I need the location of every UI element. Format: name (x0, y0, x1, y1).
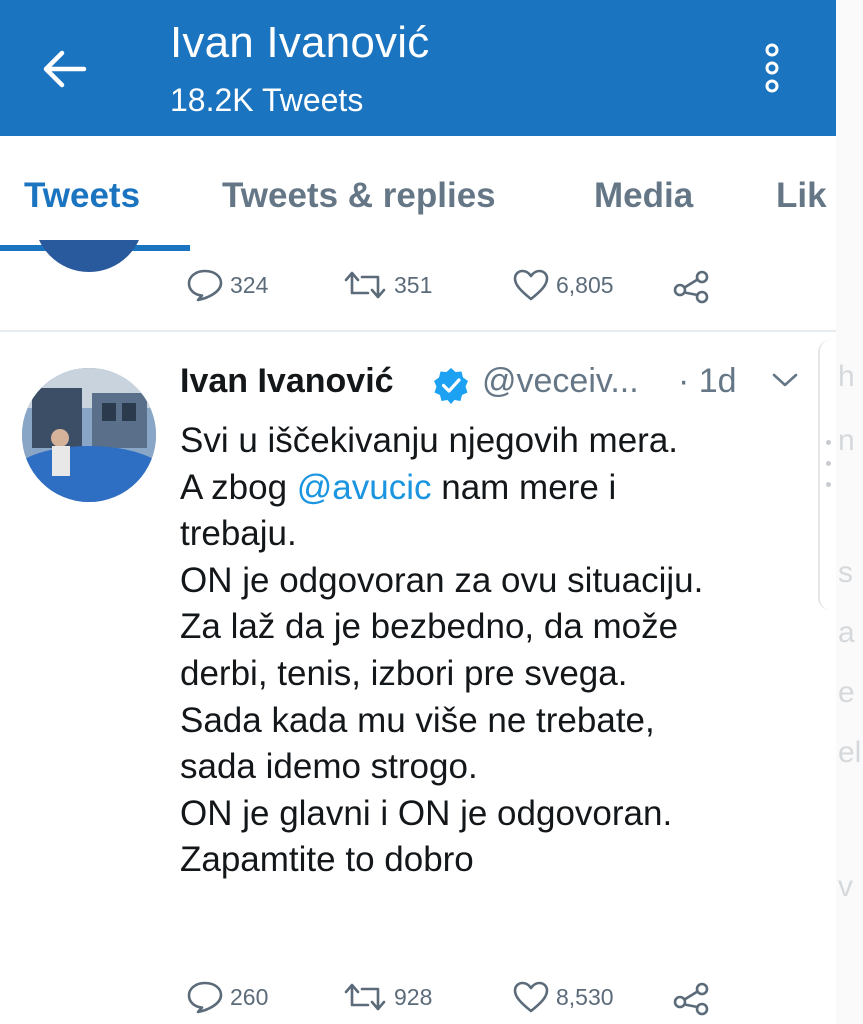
adjacent-text-fragment: n (838, 424, 855, 457)
tweet-divider (0, 330, 836, 332)
tweet-text: Svi u iščekivanju njegovih mera. A zbog … (180, 418, 820, 884)
reply-button[interactable]: 324 (186, 268, 268, 302)
adjacent-text-fragment: e (838, 676, 855, 709)
avatar-photo (22, 368, 156, 502)
retweet-count: 928 (394, 983, 433, 1010)
tab-media[interactable]: Media (594, 176, 693, 216)
adjacent-text-fragment: el (838, 736, 862, 769)
previous-tweet-avatar[interactable] (34, 240, 144, 276)
share-button[interactable] (672, 980, 712, 1016)
tweet-text-line: trebaju. (180, 514, 297, 554)
adjacent-text-fragment: h (838, 360, 855, 393)
tweet-text-line: Zapamtite to dobro (180, 840, 474, 880)
share-icon (673, 982, 709, 1016)
back-button[interactable] (36, 44, 92, 94)
reply-icon (187, 981, 223, 1014)
tab-tweets[interactable]: Tweets (24, 176, 140, 216)
tweet-text-line: derbi, tenis, izbori pre svega. (180, 653, 628, 693)
adjacent-panel-dots (826, 440, 831, 487)
tweet-text-line: Za laž da je bezbedno, da može (180, 607, 679, 647)
tweet-count: 18.2K Tweets (170, 82, 364, 118)
verified-badge-icon (434, 368, 468, 404)
tweet-timestamp[interactable]: · 1d (678, 362, 737, 401)
reply-icon (187, 269, 223, 302)
profile-name-title: Ivan Ivanović (170, 18, 430, 67)
profile-tabs: Tweets Tweets & replies Media Lik (0, 136, 836, 254)
overflow-menu-button[interactable] (752, 40, 792, 96)
retweet-count: 351 (394, 271, 433, 298)
like-button[interactable]: 6,805 (512, 268, 614, 302)
vertical-dots-icon (765, 43, 779, 93)
retweet-button[interactable]: 351 (342, 268, 432, 302)
tweet-text-line: ON je glavni i ON je odgovoran. (180, 793, 673, 833)
reply-button[interactable]: 260 (186, 980, 268, 1014)
like-count: 6,805 (556, 271, 614, 298)
tab-likes[interactable]: Lik (776, 176, 827, 216)
retweet-icon (344, 271, 386, 299)
author-name[interactable]: Ivan Ivanović (180, 362, 394, 401)
heart-icon (513, 981, 549, 1013)
tweet-text-line: ON je odgovoran za ovu situaciju. (180, 560, 704, 600)
tweet-text-line: sada idemo strogo. (180, 747, 478, 787)
tweet-text-line: A zbog @avucic nam mere i (180, 465, 820, 512)
adjacent-text-fragment: a (838, 616, 855, 649)
retweet-icon (344, 983, 386, 1011)
tweet-text-line: Svi u iščekivanju njegovih mera. (180, 421, 679, 460)
share-button[interactable] (672, 268, 712, 304)
reply-count: 260 (230, 983, 269, 1010)
share-icon (673, 270, 709, 304)
heart-icon (513, 269, 549, 301)
chevron-down-icon[interactable] (770, 370, 800, 390)
app-header: Ivan Ivanović 18.2K Tweets (0, 0, 836, 136)
avatar[interactable] (22, 368, 156, 502)
tweet-text-line: Sada kada mu više ne trebate, (180, 700, 655, 740)
adjacent-text-fragment: s (838, 556, 853, 589)
tweet-text-fragment: A zbog (180, 467, 297, 507)
tweet-text-fragment: nam mere i (431, 467, 617, 507)
adjacent-text-fragment: v (838, 870, 853, 903)
author-handle[interactable]: @veceiv... (482, 362, 639, 401)
reply-count: 324 (230, 271, 269, 298)
mention-link[interactable]: @avucic (297, 468, 432, 507)
retweet-button[interactable]: 928 (342, 980, 432, 1014)
arrow-left-icon (43, 50, 87, 88)
tab-tweets-and-replies[interactable]: Tweets & replies (222, 176, 496, 216)
tweet-header: Ivan Ivanović @veceiv... · 1d (180, 362, 820, 410)
like-button[interactable]: 8,530 (512, 980, 614, 1014)
like-count: 8,530 (556, 983, 614, 1010)
